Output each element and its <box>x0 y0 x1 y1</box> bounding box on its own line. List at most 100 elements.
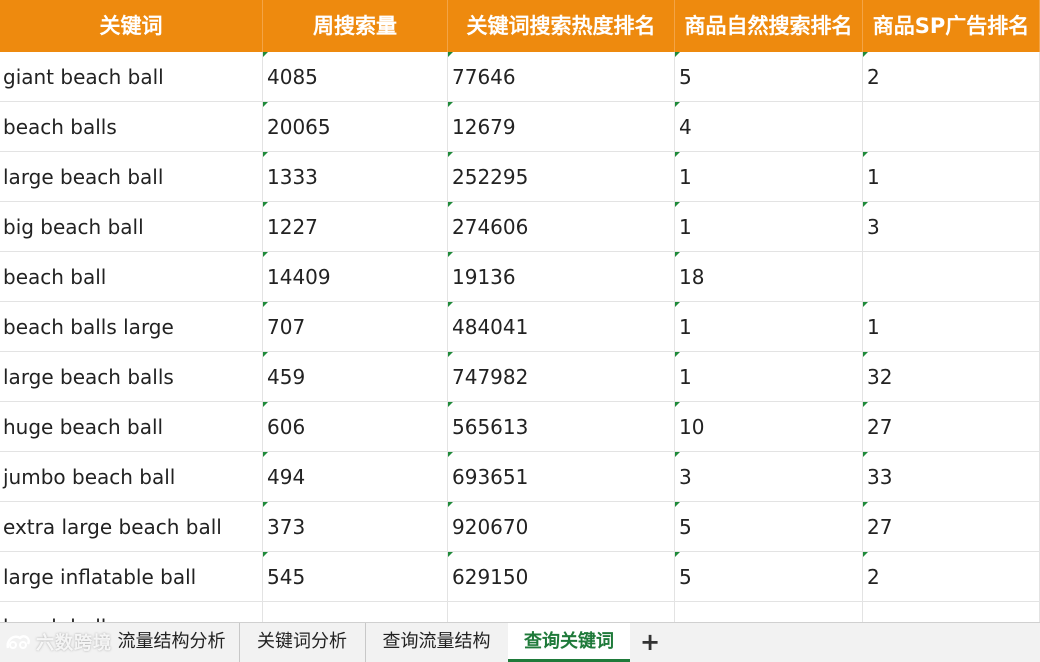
watermark-logo-icon <box>6 635 30 649</box>
cell-weekly-search-volume[interactable]: 1333 <box>263 152 448 201</box>
cell-sp-ad-rank[interactable]: 33 <box>863 452 1040 501</box>
tab-keyword-analysis[interactable]: 关键词分析 <box>239 623 366 662</box>
cell-keyword[interactable]: beach ball <box>0 602 263 622</box>
number-stored-as-text-marker <box>675 202 680 207</box>
cell-keyword[interactable]: huge beach ball <box>0 402 263 451</box>
cell-keyword[interactable]: big beach ball <box>0 202 263 251</box>
cell-weekly-search-volume[interactable]: 373 <box>263 502 448 551</box>
cell-keyword[interactable]: giant beach ball <box>0 52 263 101</box>
cell-keyword[interactable]: large beach balls <box>0 352 263 401</box>
cell-organic-rank[interactable]: 10 <box>675 402 863 451</box>
cell-keyword-popularity-rank[interactable]: 77646 <box>448 52 675 101</box>
cell-keyword-popularity-rank[interactable]: 484041 <box>448 302 675 351</box>
header-sp-ad-rank[interactable]: 商品SP广告排名 <box>863 0 1040 52</box>
header-keyword-popularity-rank[interactable]: 关键词搜索热度排名 <box>448 0 675 52</box>
watermark: 六数跨境 <box>4 627 112 657</box>
cell-keyword-popularity-rank[interactable] <box>448 602 675 622</box>
cell-organic-rank[interactable]: 3 <box>675 452 863 501</box>
cell-keyword[interactable]: large beach ball <box>0 152 263 201</box>
spreadsheet-grid: 关键词 周搜索量 关键词搜索热度排名 商品自然搜索排名 商品SP广告排名 gia… <box>0 0 1040 622</box>
number-stored-as-text-marker <box>263 52 268 57</box>
cell-weekly-search-volume[interactable]: 20065 <box>263 102 448 151</box>
table-row: extra large beach ball 373 920670 5 27 <box>0 502 1040 552</box>
table-row: beach balls 20065 12679 4 <box>0 102 1040 152</box>
cell-sp-ad-rank[interactable] <box>863 252 1040 301</box>
number-stored-as-text-marker <box>863 352 868 357</box>
table-row: giant beach ball 4085 77646 5 2 <box>0 52 1040 102</box>
cell-organic-rank[interactable]: 5 <box>675 552 863 601</box>
cell-organic-rank[interactable]: 1 <box>675 352 863 401</box>
tab-traffic-structure-analysis[interactable]: 流量结构分析 <box>104 623 240 662</box>
tab-query-keywords[interactable]: 查询关键词 <box>508 623 630 662</box>
number-stored-as-text-marker <box>448 552 453 557</box>
cell-sp-ad-rank[interactable]: 2 <box>863 52 1040 101</box>
table-row: beach balls large 707 484041 1 1 <box>0 302 1040 352</box>
cell-sp-ad-rank[interactable] <box>863 102 1040 151</box>
cell-keyword[interactable]: large inflatable ball <box>0 552 263 601</box>
number-stored-as-text-marker <box>263 502 268 507</box>
number-stored-as-text-marker <box>675 552 680 557</box>
cell-weekly-search-volume[interactable]: 14409 <box>263 252 448 301</box>
cell-keyword-popularity-rank[interactable]: 747982 <box>448 352 675 401</box>
cell-organic-rank[interactable]: 1 <box>675 202 863 251</box>
cell-organic-rank[interactable]: 1 <box>675 302 863 351</box>
cell-organic-rank[interactable]: 5 <box>675 52 863 101</box>
cell-keyword-popularity-rank[interactable]: 12679 <box>448 102 675 151</box>
tab-query-traffic-structure[interactable]: 查询流量结构 <box>365 623 508 662</box>
cell-organic-rank[interactable]: 4 <box>675 102 863 151</box>
add-sheet-button[interactable]: + <box>638 623 662 662</box>
cell-sp-ad-rank[interactable] <box>863 602 1040 622</box>
cell-keyword-popularity-rank[interactable]: 920670 <box>448 502 675 551</box>
cell-keyword-popularity-rank[interactable]: 693651 <box>448 452 675 501</box>
cell-organic-rank[interactable]: 5 <box>675 502 863 551</box>
cell-keyword-popularity-rank[interactable]: 565613 <box>448 402 675 451</box>
number-stored-as-text-marker <box>263 452 268 457</box>
number-stored-as-text-marker <box>263 202 268 207</box>
cell-weekly-search-volume[interactable]: 494 <box>263 452 448 501</box>
cell-sp-ad-rank[interactable]: 32 <box>863 352 1040 401</box>
cell-keyword[interactable]: beach balls large <box>0 302 263 351</box>
cell-keyword-popularity-rank[interactable]: 252295 <box>448 152 675 201</box>
number-stored-as-text-marker <box>263 152 268 157</box>
cell-weekly-search-volume[interactable]: 707 <box>263 302 448 351</box>
cell-keyword-popularity-rank[interactable]: 274606 <box>448 202 675 251</box>
cell-keyword[interactable]: beach balls <box>0 102 263 151</box>
cell-organic-rank[interactable] <box>675 602 863 622</box>
cell-weekly-search-volume[interactable]: 606 <box>263 402 448 451</box>
cell-keyword[interactable]: extra large beach ball <box>0 502 263 551</box>
cell-sp-ad-rank[interactable]: 2 <box>863 552 1040 601</box>
cell-weekly-search-volume[interactable]: 545 <box>263 552 448 601</box>
cell-sp-ad-rank[interactable]: 3 <box>863 202 1040 251</box>
number-stored-as-text-marker <box>263 252 268 257</box>
number-stored-as-text-marker <box>863 452 868 457</box>
cell-sp-ad-rank[interactable]: 27 <box>863 502 1040 551</box>
header-weekly-search-volume[interactable]: 周搜索量 <box>263 0 448 52</box>
cell-keyword-popularity-rank[interactable]: 19136 <box>448 252 675 301</box>
number-stored-as-text-marker <box>448 202 453 207</box>
number-stored-as-text-marker <box>263 302 268 307</box>
cell-sp-ad-rank[interactable]: 27 <box>863 402 1040 451</box>
table-row: large beach ball 1333 252295 1 1 <box>0 152 1040 202</box>
header-keyword[interactable]: 关键词 <box>0 0 263 52</box>
cell-weekly-search-volume[interactable] <box>263 602 448 622</box>
number-stored-as-text-marker <box>675 352 680 357</box>
cell-weekly-search-volume[interactable]: 4085 <box>263 52 448 101</box>
cell-keyword[interactable]: beach ball <box>0 252 263 301</box>
number-stored-as-text-marker <box>263 552 268 557</box>
number-stored-as-text-marker <box>675 252 680 257</box>
header-organic-rank[interactable]: 商品自然搜索排名 <box>675 0 863 52</box>
cell-sp-ad-rank[interactable]: 1 <box>863 302 1040 351</box>
cell-keyword[interactable]: jumbo beach ball <box>0 452 263 501</box>
number-stored-as-text-marker <box>863 52 868 57</box>
cell-keyword-popularity-rank[interactable]: 629150 <box>448 552 675 601</box>
cell-organic-rank[interactable]: 1 <box>675 152 863 201</box>
number-stored-as-text-marker <box>675 502 680 507</box>
cell-weekly-search-volume[interactable]: 1227 <box>263 202 448 251</box>
number-stored-as-text-marker <box>448 102 453 107</box>
cell-sp-ad-rank[interactable]: 1 <box>863 152 1040 201</box>
number-stored-as-text-marker <box>863 552 868 557</box>
number-stored-as-text-marker <box>448 302 453 307</box>
cell-weekly-search-volume[interactable]: 459 <box>263 352 448 401</box>
cell-organic-rank[interactable]: 18 <box>675 252 863 301</box>
number-stored-as-text-marker <box>448 352 453 357</box>
